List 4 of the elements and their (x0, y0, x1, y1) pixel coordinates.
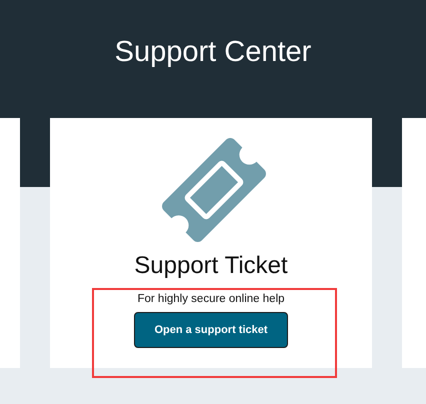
page-title: Support Center (114, 36, 312, 68)
card-description: For highly secure online help (137, 293, 285, 305)
open-ticket-button[interactable]: Open a support ticket (134, 312, 288, 348)
card-title: Support Ticket (134, 252, 288, 280)
